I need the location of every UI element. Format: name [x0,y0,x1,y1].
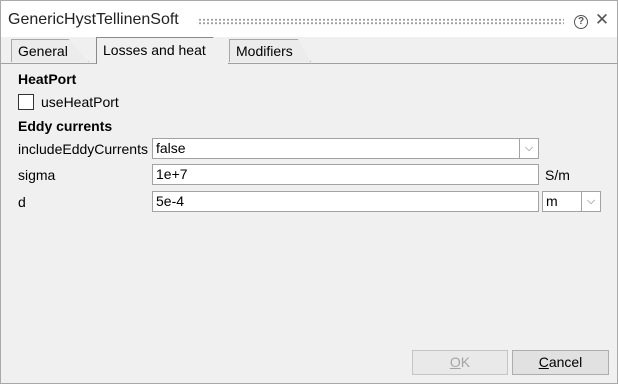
tab-label: Losses and heat [103,42,206,58]
drag-grip[interactable] [198,18,564,25]
title-bar[interactable]: GenericHystTellinenSoft ? ✕ [1,1,617,37]
tab-strip: General Losses and heat Modifiers [1,37,617,64]
close-icon[interactable]: ✕ [594,11,610,28]
cancel-button-label: Cancel [538,354,583,370]
d-unit-select[interactable]: m [542,191,582,212]
section-eddy-currents-title: Eddy currents [18,118,113,134]
cancel-button[interactable]: Cancel [512,350,609,375]
dialog-window: GenericHystTellinenSoft ? ✕ General Loss… [0,0,618,384]
sigma-label: sigma [18,167,56,183]
d-input[interactable]: 5e-4 [152,191,539,212]
tab-modifiers[interactable]: Modifiers [229,39,311,62]
sigma-input[interactable]: 1e+7 [152,164,539,185]
sigma-unit: S/m [545,167,570,183]
include-eddy-currents-select[interactable]: false [152,138,520,159]
tab-general[interactable]: General [11,39,89,62]
use-heatport-label[interactable]: useHeatPort [41,94,119,110]
help-icon[interactable]: ? [574,15,588,29]
d-label: d [18,194,26,210]
include-eddy-currents-label: includeEddyCurrents [18,141,148,157]
chevron-down-icon[interactable]: ⌵ [582,191,601,212]
ok-button[interactable]: OK [412,350,508,375]
chevron-down-icon[interactable]: ⌵ [520,138,539,159]
section-heatport-title: HeatPort [18,71,77,87]
ok-button-label: OK [449,354,471,370]
window-title: GenericHystTellinenSoft [8,11,179,28]
tab-label: Modifiers [236,43,293,59]
tab-label: General [18,43,68,59]
tab-losses-and-heat[interactable]: Losses and heat [96,37,229,64]
use-heatport-checkbox[interactable] [18,94,34,110]
